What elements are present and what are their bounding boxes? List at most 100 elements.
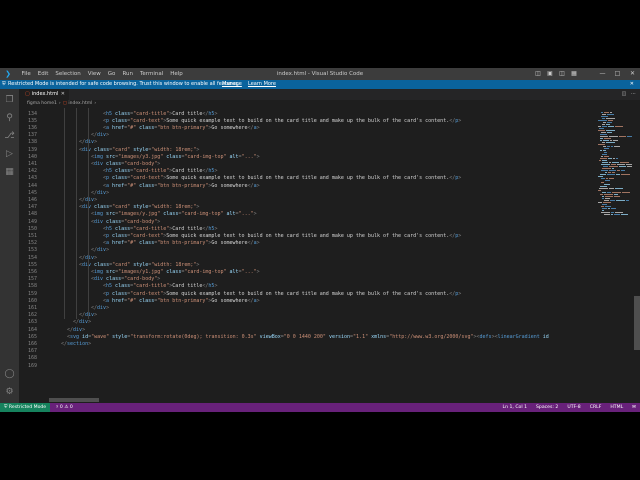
menu-file[interactable]: File bbox=[18, 68, 34, 80]
end-of-line[interactable]: CRLF bbox=[590, 403, 602, 412]
run-debug-icon[interactable]: ▷ bbox=[0, 145, 19, 163]
code-line[interactable]: 162 </div> bbox=[19, 312, 596, 319]
code-line[interactable]: 159 <p class="card-text">Some quick examp… bbox=[19, 291, 596, 298]
restricted-mode-indicator[interactable]: ⛨ Restricted Mode bbox=[0, 403, 51, 412]
code-token: "card-img-top" bbox=[181, 211, 224, 218]
more-actions-icon[interactable]: ⋯ bbox=[631, 91, 636, 97]
code-line[interactable]: 143 <p class="card-text">Some quick examp… bbox=[19, 175, 596, 182]
code-line[interactable]: 145 </div> bbox=[19, 190, 596, 197]
language-mode[interactable]: HTML bbox=[610, 403, 623, 412]
code-line[interactable]: 168 bbox=[19, 355, 596, 362]
minimap[interactable] bbox=[596, 108, 634, 403]
code-line[interactable]: 138 </div> bbox=[19, 139, 596, 146]
menu-edit[interactable]: Edit bbox=[34, 68, 52, 80]
code-line[interactable]: 134 <h5 class="card-title">Card title</h5… bbox=[19, 111, 596, 118]
code-token: > bbox=[106, 247, 110, 254]
indentation[interactable]: Spaces: 2 bbox=[536, 403, 558, 412]
minimap-line bbox=[600, 174, 606, 175]
menu-go[interactable]: Go bbox=[104, 68, 119, 80]
code-token: Go somewhere bbox=[211, 124, 248, 131]
code-line[interactable]: 163 </div> bbox=[19, 319, 596, 326]
layout-panel-icon[interactable]: ▣ bbox=[544, 68, 556, 80]
code-editor[interactable]: 134 <h5 class="card-title">Card title</h5… bbox=[19, 108, 596, 403]
code-line[interactable]: 156 <img src="images/y1.jpg" class="card-… bbox=[19, 269, 596, 276]
code-token: "card-title" bbox=[133, 225, 170, 232]
layout-split-icon[interactable]: ◫ bbox=[556, 68, 568, 80]
minimap-line bbox=[605, 180, 610, 181]
code-line[interactable]: 141 <div class="card-body"> bbox=[19, 161, 596, 168]
explorer-icon[interactable]: ❐ bbox=[0, 91, 19, 109]
minimize-icon[interactable]: — bbox=[595, 68, 610, 80]
code-token: "width: 18rem;" bbox=[151, 204, 197, 211]
source-control-icon[interactable]: ⎇ bbox=[0, 127, 19, 145]
code-line[interactable]: 152 <a href="#" class="btn btn-primary">G… bbox=[19, 240, 596, 247]
minimap-line bbox=[601, 182, 604, 183]
code-text: <svg id="wave" style="transform:rotate(0… bbox=[67, 334, 549, 341]
split-editor-icon[interactable]: ◫ bbox=[622, 91, 627, 97]
code-line[interactable]: 140 <img src="images/y3.jpg" class="card-… bbox=[19, 154, 596, 161]
minimap-line bbox=[609, 136, 618, 137]
menu-help[interactable]: Help bbox=[167, 68, 187, 80]
code-line[interactable]: 166 </section> bbox=[19, 341, 596, 348]
scrollbar-thumb[interactable] bbox=[634, 296, 640, 350]
code-token: "card-body" bbox=[124, 276, 158, 283]
code-line[interactable]: 150 <h5 class="card-title">Card title</h5… bbox=[19, 226, 596, 233]
code-token: class bbox=[103, 276, 122, 283]
line-number: 135 bbox=[27, 117, 37, 124]
code-line[interactable]: 137 </div> bbox=[19, 132, 596, 139]
layout-sidebar-icon[interactable]: ◫ bbox=[532, 68, 544, 80]
code-line[interactable]: 142 <h5 class="card-title">Card title</h5… bbox=[19, 168, 596, 175]
layout-customize-icon[interactable]: ▦ bbox=[568, 68, 580, 80]
manage-link[interactable]: Manage bbox=[222, 80, 242, 89]
code-line[interactable]: 155 <div class="card" style="width: 18rem… bbox=[19, 262, 596, 269]
close-banner-icon[interactable]: ✕ bbox=[630, 80, 634, 89]
code-line[interactable]: 167 bbox=[19, 348, 596, 355]
code-line[interactable]: 147 <div class="card" style="width: 18rem… bbox=[19, 204, 596, 211]
line-number: 167 bbox=[27, 348, 37, 355]
extensions-icon[interactable]: ▦ bbox=[0, 163, 19, 181]
menu-selection[interactable]: Selection bbox=[52, 68, 84, 80]
menu-view[interactable]: View bbox=[84, 68, 104, 80]
menu-run[interactable]: Run bbox=[119, 68, 137, 80]
code-line[interactable]: 153 </div> bbox=[19, 247, 596, 254]
close-window-icon[interactable]: ✕ bbox=[625, 68, 640, 80]
code-line[interactable]: 135 <p class="card-text">Some quick examp… bbox=[19, 118, 596, 125]
code-token: > bbox=[214, 283, 218, 290]
problems-indicator[interactable]: ☓ 0 ⚠ 0 bbox=[56, 403, 73, 412]
code-line[interactable]: 164 </div> bbox=[19, 327, 596, 334]
notifications-bell-icon[interactable]: ✉ bbox=[632, 403, 636, 412]
horizontal-scrollbar-thumb[interactable] bbox=[49, 398, 99, 402]
code-line[interactable]: 161 </div> bbox=[19, 305, 596, 312]
maximize-icon[interactable]: □ bbox=[610, 68, 625, 80]
code-line[interactable]: 146 </div> bbox=[19, 197, 596, 204]
menu-terminal[interactable]: Terminal bbox=[136, 68, 166, 80]
learn-more-link[interactable]: Learn More bbox=[248, 80, 276, 89]
code-token: > bbox=[458, 117, 462, 124]
cursor-position[interactable]: Ln 1, Col 1 bbox=[503, 403, 527, 412]
search-icon[interactable]: ⚲ bbox=[0, 109, 19, 127]
code-line[interactable]: 160 <a href="#" class="btn btn-primary">G… bbox=[19, 298, 596, 305]
code-line[interactable]: 151 <p class="card-text">Some quick examp… bbox=[19, 233, 596, 240]
code-token: > bbox=[94, 196, 98, 203]
code-line[interactable]: 144 <a href="#" class="btn btn-primary">G… bbox=[19, 183, 596, 190]
settings-gear-icon[interactable]: ⚙ bbox=[0, 383, 19, 401]
breadcrumb-file[interactable]: index.html bbox=[68, 101, 92, 106]
close-tab-icon[interactable]: ✕ bbox=[61, 89, 65, 100]
code-token: style bbox=[130, 204, 149, 211]
breadcrumb-folder[interactable]: figma home1 bbox=[27, 101, 57, 106]
code-line[interactable]: 157 <div class="card-body"> bbox=[19, 276, 596, 283]
code-line[interactable]: 139 <div class="card" style="width: 18rem… bbox=[19, 147, 596, 154]
encoding[interactable]: UTF-8 bbox=[567, 403, 580, 412]
vertical-scrollbar[interactable] bbox=[634, 108, 640, 403]
code-line[interactable]: 148 <img src="images/y.jpg" class="card-i… bbox=[19, 211, 596, 218]
code-line[interactable]: 158 <h5 class="card-title">Card title</h5… bbox=[19, 283, 596, 290]
code-line[interactable]: 165 <svg id="wave" style="transform:rotat… bbox=[19, 334, 596, 341]
code-line[interactable]: 136 <a href="#" class="btn btn-primary">G… bbox=[19, 125, 596, 132]
code-line[interactable]: 169 bbox=[19, 363, 596, 370]
code-line[interactable]: 149 <div class="card-body"> bbox=[19, 219, 596, 226]
indent-guide bbox=[64, 108, 65, 320]
minimap-line bbox=[605, 196, 613, 197]
tab-index-html[interactable]: ▢ index.html ✕ bbox=[19, 89, 69, 100]
account-icon[interactable]: ◯ bbox=[0, 365, 19, 383]
code-line[interactable]: 154 </div> bbox=[19, 255, 596, 262]
